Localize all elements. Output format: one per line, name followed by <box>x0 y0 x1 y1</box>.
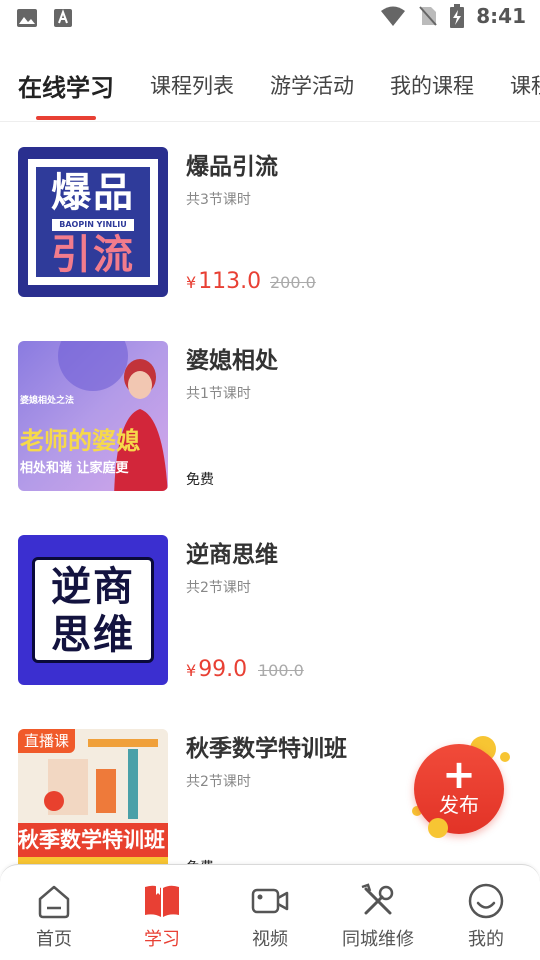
tab-my-courses[interactable]: 我的课程 <box>390 70 474 100</box>
tab-study-tour[interactable]: 游学活动 <box>270 70 354 100</box>
decor-dot <box>428 818 448 838</box>
nav-video[interactable]: 视频 <box>220 881 320 951</box>
course-title[interactable]: 逆商思维 <box>186 535 278 569</box>
plus-icon: + <box>442 752 476 798</box>
original-price: 100.0 <box>258 661 304 680</box>
thumbnail-text: 老师的婆媳 <box>20 427 140 455</box>
course-thumbnail[interactable]: 直播课 秋季数学特训班 <box>18 729 168 879</box>
nav-repair-label: 同城维修 <box>342 929 414 950</box>
status-time: 8:41 <box>476 4 526 28</box>
course-title[interactable]: 婆媳相处 <box>186 341 278 375</box>
price-value: 99.0 <box>198 657 248 682</box>
bottom-nav: 首页 学习 视频 同城维修 我的 <box>0 864 540 960</box>
nav-repair[interactable]: 同城维修 <box>328 881 428 951</box>
course-price: ¥99.0 <box>186 657 247 682</box>
nav-mine-label: 我的 <box>468 929 504 950</box>
battery-charging-icon <box>450 4 465 28</box>
video-camera-icon <box>251 888 289 914</box>
course-thumbnail[interactable]: 婆媳相处之法 老师的婆媳 相处和谐 让家庭更 <box>18 341 168 491</box>
tab-course-list[interactable]: 课程列表 <box>150 70 234 100</box>
wifi-icon <box>381 6 406 26</box>
price-value: 113.0 <box>198 269 262 294</box>
nav-study[interactable]: 学习 <box>112 881 212 951</box>
thumbnail-text: 秋季数学特训班 <box>18 823 168 857</box>
nav-home[interactable]: 首页 <box>4 881 104 951</box>
tab-online-learning[interactable]: 在线学习 <box>18 68 114 103</box>
course-thumbnail[interactable]: 逆商 思维 <box>18 535 168 685</box>
home-icon <box>38 885 70 919</box>
nav-study-label: 学习 <box>144 929 180 950</box>
tab-courses-more[interactable]: 课程 <box>510 70 540 100</box>
thumbnail-text: 思维 <box>51 612 135 658</box>
active-tab-indicator <box>36 116 96 120</box>
course-title[interactable]: 秋季数学特训班 <box>186 729 347 763</box>
course-item[interactable]: 逆商 思维 逆商思维 共2节课时 ¥99.0 100.0 <box>18 535 528 685</box>
course-lessons: 共2节课时 <box>186 580 251 596</box>
nav-home-label: 首页 <box>36 929 72 950</box>
course-lessons: 共3节课时 <box>186 192 251 208</box>
course-thumbnail[interactable]: 爆品 BAOPIN YINLIU 引流 <box>18 147 168 297</box>
book-icon <box>145 885 179 917</box>
thumbnail-text: 相处和谐 让家庭更 <box>20 461 129 476</box>
font-icon <box>54 9 72 27</box>
currency-symbol: ¥ <box>186 273 197 292</box>
nav-mine[interactable]: 我的 <box>436 881 536 951</box>
live-course-badge: 直播课 <box>18 729 76 753</box>
publish-button[interactable]: + 发布 <box>414 744 504 834</box>
course-title[interactable]: 爆品引流 <box>186 147 278 181</box>
tools-icon <box>361 883 394 915</box>
course-item[interactable]: 婆媳相处之法 老师的婆媳 相处和谐 让家庭更 婆媳相处 共1节课时 免费 <box>18 341 528 491</box>
thumbnail-text: 婆媳相处之法 <box>20 396 75 406</box>
thumbnail-text: 逆商 <box>51 564 135 610</box>
free-label: 免费 <box>186 472 214 488</box>
thumbnail-subtext: BAOPIN YINLIU <box>52 219 134 231</box>
course-item[interactable]: 爆品 BAOPIN YINLIU 引流 爆品引流 共3节课时 ¥113.0 20… <box>18 147 528 297</box>
top-tab-bar: 在线学习 课程列表 游学活动 我的课程 课程 <box>0 54 540 122</box>
thumbnail-text: 引流 <box>51 232 135 278</box>
original-price: 200.0 <box>270 273 316 292</box>
no-sim-icon <box>419 6 437 26</box>
publish-label: 发布 <box>439 793 479 817</box>
course-lessons: 共1节课时 <box>186 386 251 402</box>
course-lessons: 共2节课时 <box>186 774 251 790</box>
nav-video-label: 视频 <box>252 929 288 950</box>
thumbnail-text: 爆品 <box>51 170 135 216</box>
thumbnail-frame: 逆商 思维 <box>32 557 154 663</box>
image-icon <box>17 9 37 27</box>
status-bar: 8:41 <box>0 0 540 38</box>
course-price: ¥113.0 <box>186 269 261 294</box>
currency-symbol: ¥ <box>186 661 197 680</box>
smile-icon <box>468 883 504 919</box>
